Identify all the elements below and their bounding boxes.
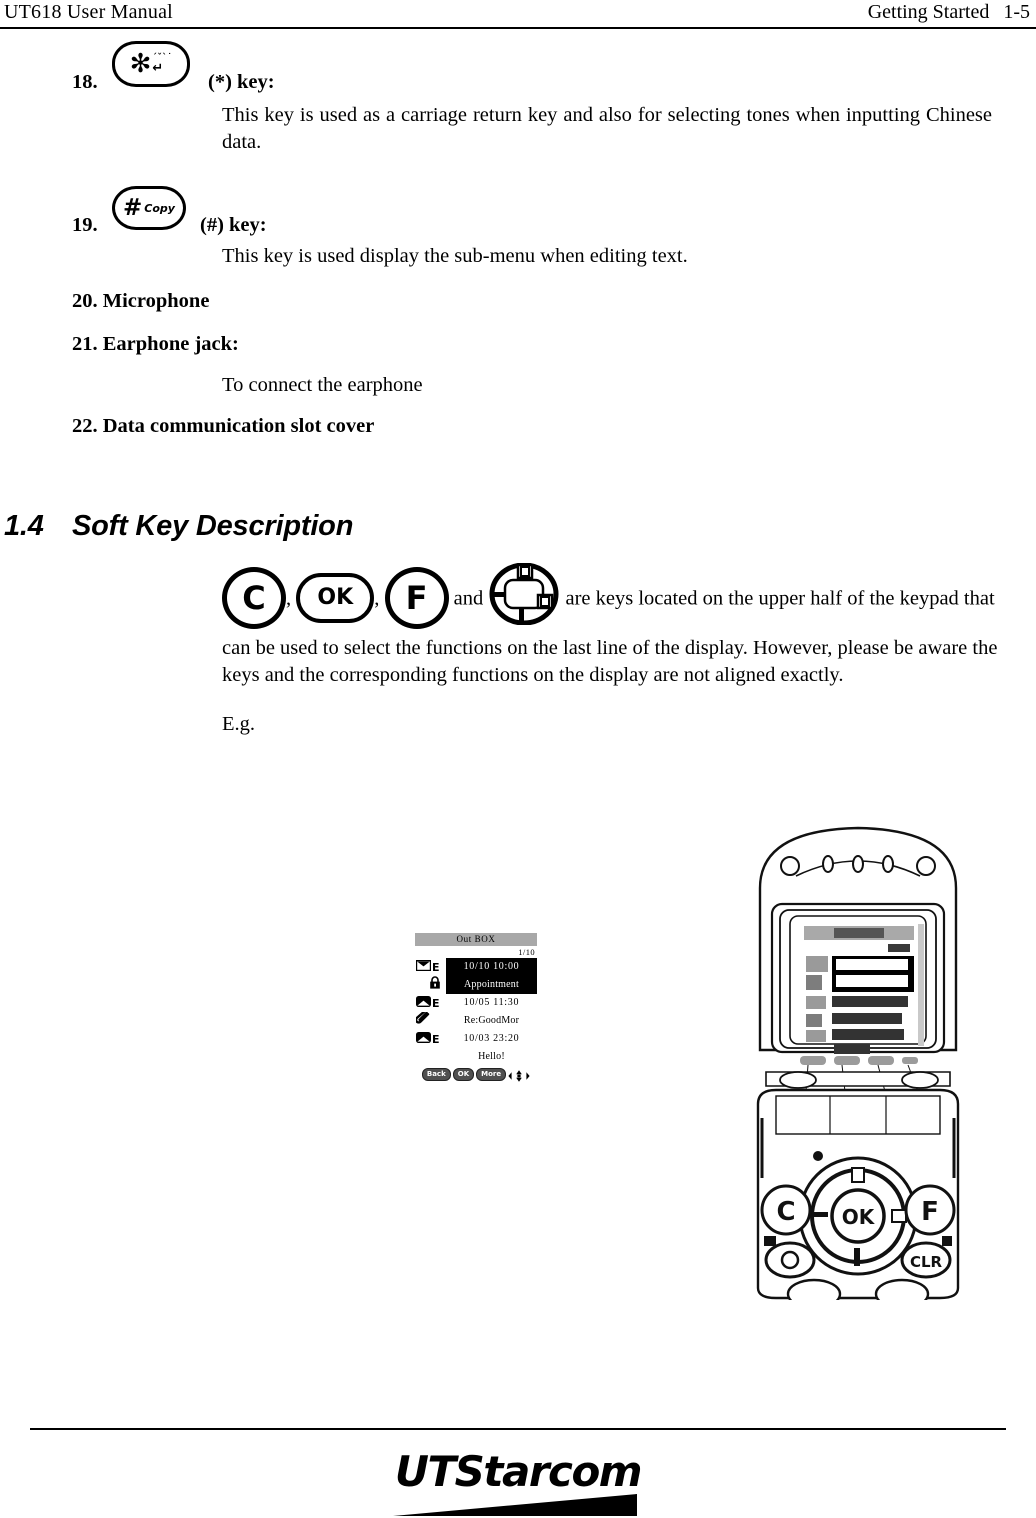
screen-message-row-3[interactable]: E 10/03 23:20 Hello! (415, 1030, 537, 1066)
key-separator-2: , (374, 587, 380, 610)
header-section-info: Getting Started 1-5 (868, 1, 1030, 24)
envelope-icon (416, 1030, 432, 1048)
screen-mockup: Out BOX 1/10 E 10/10 10:00 Appointment E… (414, 933, 537, 1082)
item-19-body: This key is used display the sub-menu wh… (222, 245, 688, 268)
example-label: E.g. (222, 713, 256, 736)
section-number: 1.4 (4, 509, 44, 542)
four-way-arrows-icon (508, 1069, 530, 1082)
item-18-number: 18. (72, 71, 98, 93)
logo-starcom-text: Starcom (454, 1447, 643, 1496)
header-page-number: 1-5 (1003, 1, 1030, 23)
function-key-label: F (384, 566, 449, 629)
carriage-return-glyph: ↵ (152, 60, 164, 76)
screen-softkey-ok[interactable]: OK (452, 1068, 475, 1081)
item-19-title: (#) key: (200, 214, 267, 237)
asterisk-key-icon: ✻ ˊˇˋ˙ ↵ (112, 41, 190, 92)
list-item-20: 20. Microphone (72, 289, 210, 312)
navigation-key-icon (488, 562, 560, 633)
item-21-body: To connect the earphone (222, 373, 423, 396)
logo-ut-text: UT (394, 1447, 456, 1496)
lock-icon (429, 976, 441, 994)
ok-key-label: OK (296, 572, 375, 623)
svg-text:CLR: CLR (910, 1253, 943, 1271)
e-badge-icon: E (432, 996, 440, 1010)
copy-label-glyph: Copy (144, 201, 175, 215)
screen-message-3-datetime: 10/03 23:20 (463, 1033, 520, 1044)
screen-title-bar: Out BOX (415, 933, 537, 946)
function-key-icon: F (384, 566, 449, 629)
phone-photo: OK C F CLR (742, 818, 974, 1310)
section-title: Soft Key Description (72, 509, 354, 542)
key-separator-1: , (286, 587, 292, 610)
paperclip-icon (414, 1010, 431, 1030)
envelope-sent-icon (416, 958, 432, 976)
screen-message-1-text: 10/10 10:00 Appointment (446, 958, 537, 994)
list-item-22: 22. Data communication slot cover (72, 414, 375, 437)
e-badge-icon: E (432, 1032, 440, 1046)
screen-message-counter: 1/10 (518, 947, 535, 957)
screen-message-3-text: 10/03 23:20 Hello! (446, 1030, 537, 1066)
hash-glyph: # (123, 194, 143, 221)
screen-softkey-bar: Back OK More (415, 1067, 537, 1082)
screen-message-2-datetime: 10/05 11:30 (463, 997, 520, 1008)
screen-message-1-subject: Appointment (464, 979, 519, 990)
hash-key-icon: # Copy (112, 186, 186, 235)
ok-key-icon: OK (296, 572, 375, 623)
envelope-icon (416, 994, 432, 1012)
screen-message-2-icons: E (414, 994, 446, 1030)
screen-softkey-more[interactable]: More (476, 1068, 507, 1081)
screen-message-2-subject: Re:GoodMor (463, 1015, 520, 1026)
footer-logo: UTStarcom (0, 1450, 1036, 1518)
screen-message-3-subject: Hello! (478, 1051, 505, 1062)
screen-message-2-text: 10/05 11:30 Re:GoodMor (446, 994, 537, 1030)
screen-message-1-icons: E (415, 958, 446, 994)
svg-text:OK: OK (842, 1205, 876, 1229)
list-item-19: 19. # Copy (#) key: (0, 155, 1036, 239)
softkey-description-block: C , OK , F and are keys located on the u… (0, 562, 1036, 689)
svg-text:C: C (776, 1197, 795, 1227)
header-document-title: UT618 User Manual (4, 1, 173, 23)
screen-message-3-icons: E (415, 1030, 446, 1066)
screen-message-1-datetime: 10/10 10:00 (463, 961, 520, 972)
screen-message-row-1[interactable]: E 10/10 10:00 Appointment (415, 958, 537, 994)
footer-divider-rule (30, 1428, 1006, 1430)
screen-message-row-2[interactable]: E 10/05 11:30 Re:GoodMor (414, 994, 537, 1030)
asterisk-glyph: ✻ (129, 49, 152, 79)
clear-key-label: C (222, 566, 286, 629)
document-body: 18. ✻ ˊˇˋ˙ ↵ (*) key: This key is used a… (0, 34, 1036, 738)
screen-softkey-back[interactable]: Back (421, 1068, 451, 1081)
e-badge-icon: E (432, 960, 440, 974)
header-chapter-title: Getting Started (867, 1, 990, 23)
item-19-number: 19. (72, 214, 98, 237)
list-item-21: 21. Earphone jack: (72, 332, 239, 355)
conjunction-and: and (453, 587, 484, 610)
clear-key-icon: C (222, 566, 286, 629)
section-heading: 1.4 Soft Key Description (0, 510, 1036, 543)
item-18-title: (*) key: (208, 71, 275, 93)
svg-text:F: F (921, 1197, 939, 1227)
header-divider-rule (0, 27, 1036, 29)
list-item-18: 18. ✻ ˊˇˋ˙ ↵ (*) key: (0, 34, 1036, 96)
item-18-body: This key is used as a carriage return ke… (222, 104, 992, 153)
